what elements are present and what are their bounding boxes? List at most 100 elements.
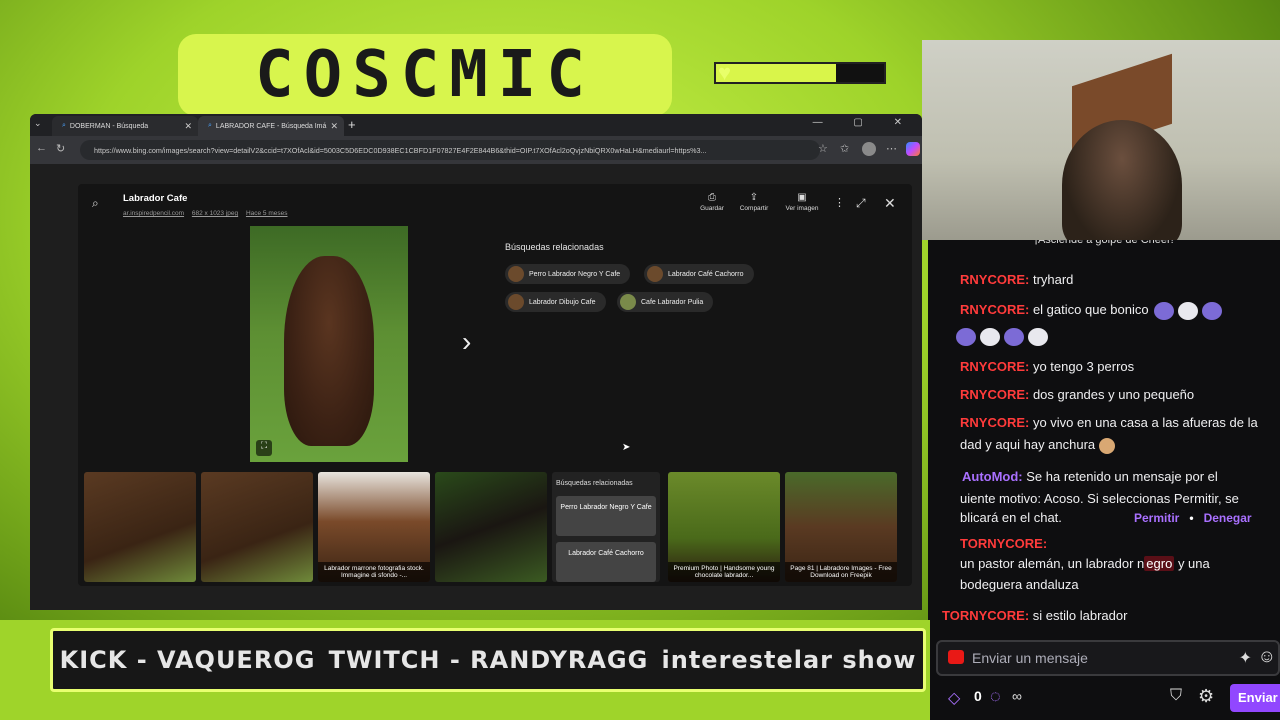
main-image-labrador[interactable]: ⛶ bbox=[250, 226, 408, 462]
chip-label: Labrador Café Cachorro bbox=[668, 270, 744, 278]
tab-doberman[interactable]: ⌕ DOBERMAN - Búsqueda ✕ bbox=[52, 116, 198, 136]
related-chip[interactable]: Labrador Dibujo Cafe bbox=[505, 292, 606, 312]
cat-emote bbox=[956, 327, 976, 346]
share-button[interactable]: ⇪ Compartir bbox=[732, 192, 776, 212]
show-name: interestelar show bbox=[661, 646, 917, 674]
automod-text: Se ha retenido un mensaje por el bbox=[1022, 469, 1218, 484]
source-link[interactable]: ar.inspiredpencil.com bbox=[123, 210, 184, 217]
save-icon: ⎙ bbox=[708, 192, 716, 203]
tab-label: LABRADOR CAFE - Búsqueda Imá bbox=[215, 122, 327, 130]
copilot-icon[interactable] bbox=[906, 142, 920, 156]
automod-username: AutoMod: bbox=[962, 469, 1023, 484]
close-modal-icon[interactable]: ✕ bbox=[884, 195, 896, 212]
chat-username[interactable]: RNYCORE: bbox=[960, 272, 1029, 287]
related-chip[interactable]: Perro Labrador Negro Y Cafe bbox=[505, 264, 631, 284]
thumbnail[interactable]: Page 81 | Labradore Images - Free Downlo… bbox=[785, 472, 897, 582]
video-icon[interactable] bbox=[948, 650, 964, 664]
tab-strip: ⌄ ⌕ DOBERMAN - Búsqueda ✕ ⌕ LABRADOR CAF… bbox=[30, 114, 922, 136]
chat-username[interactable]: RNYCORE: bbox=[960, 415, 1029, 430]
new-tab-button[interactable]: + bbox=[348, 117, 356, 132]
chip-label: Perro Labrador Negro Y Cafe bbox=[529, 270, 621, 278]
cheer-banner: ¡Asciende a golpe de Cheer! bbox=[1034, 240, 1174, 246]
webcam-feed bbox=[922, 40, 1280, 240]
related-chip[interactable]: Labrador Café Cachorro bbox=[644, 264, 754, 284]
url-field[interactable]: https://www.bing.com/images/search?view=… bbox=[80, 140, 820, 160]
health-bar-fill bbox=[716, 64, 836, 82]
emote-picker-icon[interactable]: ☺ bbox=[1258, 646, 1276, 667]
chat-username[interactable]: RNYCORE: bbox=[960, 359, 1029, 374]
chip-label: Labrador Dibujo Cafe bbox=[529, 298, 596, 306]
image-detail-modal: ⌕ Labrador Cafe ar.inspiredpencil.com 68… bbox=[78, 184, 912, 586]
infinity-label: ∞ bbox=[1012, 688, 1022, 704]
points-icon[interactable]: ◇ bbox=[948, 688, 960, 708]
star-icon[interactable]: ☆ bbox=[818, 142, 828, 155]
image-meta: ar.inspiredpencil.com 682 x 1023 jpeg Ha… bbox=[123, 210, 294, 217]
close-icon[interactable]: ✕ bbox=[330, 121, 338, 132]
back-icon[interactable]: ← bbox=[36, 142, 47, 154]
related-chip[interactable]: Cafe Labrador Pulia bbox=[617, 292, 714, 312]
chat-username[interactable]: RNYCORE: bbox=[960, 387, 1029, 402]
save-button[interactable]: ⎙ Guardar bbox=[690, 192, 734, 212]
held-message: un pastor alemán, un labrador n egro y un… bbox=[960, 554, 1280, 573]
automod-line: uiente motivo: Acoso. Si seleccionas Per… bbox=[960, 491, 1239, 506]
more-icon[interactable]: ⋯ bbox=[886, 142, 897, 155]
gear-icon[interactable]: ⚙ bbox=[1198, 686, 1214, 707]
deny-button[interactable]: Denegar bbox=[1204, 511, 1252, 525]
related-card[interactable]: Labrador Café Cachorro bbox=[556, 542, 656, 582]
stream-logo-banner: COSCMIC bbox=[178, 34, 672, 116]
expand-icon[interactable]: ⤢ bbox=[856, 196, 866, 211]
more-options-icon[interactable]: ⋮ bbox=[834, 196, 845, 209]
chat-message: TORNYCORE: si estilo labrador bbox=[942, 606, 1280, 625]
cat-emote bbox=[1202, 301, 1223, 320]
send-button[interactable]: Enviar bbox=[1230, 684, 1280, 712]
image-age[interactable]: Hace 5 meses bbox=[246, 210, 288, 217]
related-searches-heading: Búsquedas relacionadas bbox=[505, 242, 604, 252]
chip-thumbnail bbox=[508, 266, 524, 282]
thumbnail[interactable]: Labrador marrone fotografia stock. Immag… bbox=[318, 472, 430, 582]
profile-avatar[interactable] bbox=[862, 142, 876, 156]
reload-icon[interactable]: ↻ bbox=[56, 142, 65, 155]
chat-text: yo vivo en una casa a las afueras de la bbox=[1029, 415, 1258, 430]
close-icon[interactable]: ✕ bbox=[184, 121, 192, 132]
chat-message-continued: dad y aqui hay anchura bbox=[960, 435, 1280, 454]
next-image-button[interactable]: › bbox=[462, 326, 471, 358]
flagged-word: egro bbox=[1144, 556, 1175, 571]
tab-labrador[interactable]: ⌕ LABRADOR CAFE - Búsqueda Imá ✕ bbox=[198, 116, 344, 136]
chat-username[interactable]: TORNYCORE: bbox=[942, 608, 1029, 623]
thumbnail[interactable] bbox=[435, 472, 547, 582]
stream-canvas: COSCMIC ♥ ⌄ ⌕ DOBERMAN - Búsqueda ✕ ⌕ LA… bbox=[0, 0, 1280, 720]
favorites-icon[interactable]: ✩ bbox=[840, 142, 849, 155]
chat-message: RNYCORE: dos grandes y uno pequeño bbox=[960, 385, 1280, 404]
browser-window: ⌄ ⌕ DOBERMAN - Búsqueda ✕ ⌕ LABRADOR CAF… bbox=[30, 114, 922, 610]
search-icon[interactable]: ⌕ bbox=[92, 196, 99, 211]
shield-icon[interactable]: ⛉ bbox=[1170, 687, 1182, 705]
chat-text: yo tengo 3 perros bbox=[1029, 359, 1135, 374]
image-size[interactable]: 682 x 1023 jpeg bbox=[192, 210, 238, 217]
chip-thumbnail bbox=[647, 266, 663, 282]
thumbnail[interactable]: Premium Photo | Handsome young chocolate… bbox=[668, 472, 780, 582]
tab-menu-icon[interactable]: ⌄ bbox=[34, 118, 42, 129]
thumbnail[interactable] bbox=[84, 472, 196, 582]
thumbnail-caption: Page 81 | Labradore Images - Free Downlo… bbox=[785, 562, 897, 582]
share-icon: ⇪ bbox=[749, 192, 759, 203]
allow-button[interactable]: Permitir bbox=[1134, 511, 1179, 525]
image-icon: ▣ bbox=[797, 192, 807, 203]
related-card[interactable]: Perro Labrador Negro Y Cafe bbox=[556, 496, 656, 536]
cat-emote bbox=[1154, 301, 1175, 320]
chat-username[interactable]: RNYCORE: bbox=[960, 302, 1029, 317]
chat-text: dad y aqui hay anchura bbox=[960, 437, 1096, 452]
chat-username[interactable]: TORNYCORE: bbox=[960, 536, 1047, 551]
bits-icon[interactable]: ✦ bbox=[1239, 648, 1252, 668]
mouse-cursor: ➤ bbox=[622, 442, 631, 453]
visual-search-icon[interactable]: ⛶ bbox=[256, 440, 272, 456]
view-image-button[interactable]: ▣ Ver imagen bbox=[780, 192, 824, 212]
chat-input[interactable]: Enviar un mensaje ✦ ☺ bbox=[936, 640, 1280, 676]
held-message-line: bodeguera andaluza bbox=[960, 577, 1079, 592]
separator-dot: • bbox=[1189, 511, 1194, 525]
bottom-banner: KICK - VAQUEROG TWITCH - RANDYRAGG inter… bbox=[0, 620, 930, 720]
held-message-user: TORNYCORE: bbox=[960, 534, 1280, 553]
dog-figure bbox=[284, 256, 374, 446]
window-controls[interactable]: — ▢ ✕ bbox=[813, 117, 916, 128]
thumbnail[interactable] bbox=[201, 472, 313, 582]
chat-text: el gatico que bonico bbox=[1029, 302, 1149, 317]
